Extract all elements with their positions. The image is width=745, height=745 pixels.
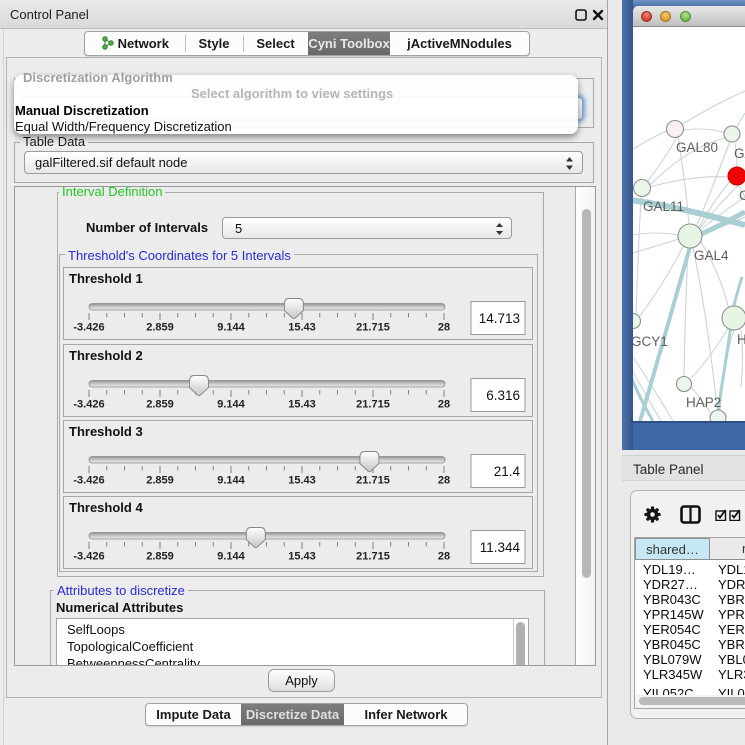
- svg-text:-3.426: -3.426: [73, 551, 104, 563]
- svg-text:15.43: 15.43: [288, 475, 316, 487]
- svg-text:Threshold 2: Threshold 2: [69, 348, 143, 363]
- svg-text:Threshold 1: Threshold 1: [69, 271, 143, 286]
- svg-text:-3.426: -3.426: [73, 322, 104, 334]
- svg-text:14.713: 14.713: [479, 311, 520, 326]
- svg-text:9.144: 9.144: [217, 399, 245, 411]
- svg-text:C: C: [739, 188, 745, 203]
- svg-text:9.144: 9.144: [217, 322, 245, 334]
- svg-text:GCY1: GCY1: [633, 334, 668, 349]
- svg-text:Threshold 3: Threshold 3: [69, 424, 143, 439]
- svg-text:2.859: 2.859: [146, 399, 174, 411]
- svg-text:Threshold 4: Threshold 4: [69, 500, 143, 515]
- svg-text:28: 28: [438, 322, 450, 334]
- svg-text:GAL80: GAL80: [676, 140, 718, 155]
- svg-text:GAL4: GAL4: [694, 248, 729, 263]
- svg-text:21.715: 21.715: [356, 475, 390, 487]
- svg-text:HAP2: HAP2: [686, 395, 721, 410]
- svg-text:GA: GA: [734, 146, 745, 161]
- svg-text:6.316: 6.316: [486, 388, 520, 403]
- svg-text:9.144: 9.144: [217, 551, 245, 563]
- svg-text:28: 28: [438, 475, 450, 487]
- svg-text:28: 28: [438, 551, 450, 563]
- svg-text:-3.426: -3.426: [73, 475, 104, 487]
- svg-text:28: 28: [438, 399, 450, 411]
- svg-text:H: H: [737, 332, 745, 347]
- svg-text:9.144: 9.144: [217, 475, 245, 487]
- svg-text:21.4: 21.4: [494, 464, 521, 479]
- svg-text:2.859: 2.859: [146, 322, 174, 334]
- svg-text:21.715: 21.715: [356, 399, 390, 411]
- svg-text:-3.426: -3.426: [73, 399, 104, 411]
- svg-text:21.715: 21.715: [356, 551, 390, 563]
- svg-text:15.43: 15.43: [288, 399, 316, 411]
- svg-text:2.859: 2.859: [146, 475, 174, 487]
- svg-text:15.43: 15.43: [288, 551, 316, 563]
- svg-text:21.715: 21.715: [356, 322, 390, 334]
- svg-text:15.43: 15.43: [288, 322, 316, 334]
- svg-text:GAL11: GAL11: [643, 199, 684, 214]
- svg-text:11.344: 11.344: [480, 540, 521, 555]
- svg-text:2.859: 2.859: [146, 551, 174, 563]
